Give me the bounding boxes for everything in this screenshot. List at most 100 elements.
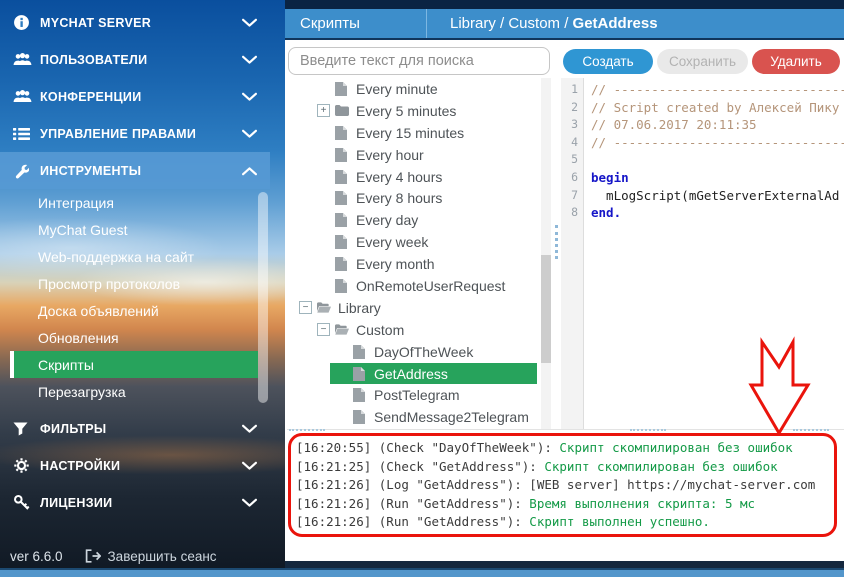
sidebar-subitem-label: Просмотр протоколов [38,276,180,292]
chevron-down-icon[interactable] [242,424,257,433]
sidebar-item-label: ЛИЦЕНЗИИ [40,496,112,510]
main-area: Скрипты Library / Custom / GetAddress Со… [285,0,844,577]
search-input[interactable] [288,47,550,75]
expand-plus-icon[interactable]: + [317,104,330,117]
log-message: [WEB server] https://mychat-server.com [529,477,815,492]
sidebar-item-protocol-view[interactable]: Просмотр протоколов [0,270,258,297]
logout-button[interactable]: Завершить сеанс [85,549,217,564]
tree-item-every-4-hours[interactable]: Every 4 hours [287,166,541,188]
tree-item-label: Every hour [356,147,424,163]
line-number: 8 [561,204,583,222]
tree-scrollbar-track[interactable] [541,78,551,429]
sidebar-item-restart[interactable]: Перезагрузка [0,378,258,405]
file-icon [335,126,349,140]
tree-item-every-week[interactable]: Every week [287,231,541,253]
sidebar-item-licenses[interactable]: ЛИЦЕНЗИИ [0,484,270,521]
sidebar-item-permissions[interactable]: УПРАВЛЕНИЕ ПРАВАМИ [0,115,270,152]
sidebar-item-label: ФИЛЬТРЫ [40,422,106,436]
info-icon [13,14,40,31]
tree-scrollbar-thumb[interactable] [541,255,551,363]
sidebar-item-updates[interactable]: Обновления [0,324,258,351]
console-divider [287,429,844,430]
sidebar-scrollbar[interactable] [258,192,268,403]
conference-icon [13,89,40,104]
sidebar-subitem-label: Перезагрузка [38,384,126,400]
header-bar: Скрипты Library / Custom / GetAddress [285,9,844,40]
sidebar-item-web-support[interactable]: Web-поддержка на сайт [0,243,258,270]
file-icon [335,148,349,162]
collapse-minus-icon[interactable]: − [317,323,330,336]
tree-item-library[interactable]: −Library [287,297,541,319]
tree-item-every-hour[interactable]: Every hour [287,144,541,166]
code-editor[interactable]: 12345678 // ----------------------------… [561,78,844,429]
console-log-line: [16:21:26] (Log "GetAddress"): [WEB serv… [296,476,844,495]
collapse-minus-icon[interactable]: − [299,301,312,314]
file-icon [335,279,349,293]
folder-icon [335,105,349,116]
tree-item-label: SendMessage2Telegram [374,409,529,425]
delete-button[interactable]: Удалить [752,49,840,74]
line-number: 7 [561,187,583,205]
log-prefix: [16:21:26] (Log "GetAddress"): [296,477,529,492]
tree-item-every-15-minutes[interactable]: Every 15 minutes [287,122,541,144]
file-icon [335,82,349,96]
sidebar-item-filters[interactable]: ФИЛЬТРЫ [0,410,270,447]
tree-item-label: GetAddress [374,366,448,382]
tree-item-post-telegram[interactable]: PostTelegram [287,384,541,406]
chevron-down-icon[interactable] [242,18,257,27]
tree-item-every-minute[interactable]: Every minute [287,78,541,100]
create-button[interactable]: Создать [563,49,653,74]
editor-code: // -------------------------------------… [591,81,844,222]
file-icon [335,170,349,184]
breadcrumb: Library / Custom / GetAddress [427,9,844,38]
file-icon [353,410,367,424]
tree-item-label: Custom [356,322,404,338]
tree-item-get-address[interactable]: GetAddress [287,363,541,385]
chevron-up-icon[interactable] [242,166,257,175]
tree-item-label: Every 8 hours [356,190,442,206]
sidebar-subitem-label: Обновления [38,330,119,346]
line-number: 6 [561,169,583,187]
chevron-down-icon[interactable] [242,498,257,507]
chevron-down-icon[interactable] [242,55,257,64]
tab-scripts[interactable]: Скрипты [285,9,427,38]
tree-item-day-of-the-week[interactable]: DayOfTheWeek [287,341,541,363]
sidebar-item-tools[interactable]: ИНСТРУМЕНТЫ [0,152,270,189]
sidebar-item-mychat-guest[interactable]: MyChat Guest [0,216,258,243]
tree-item-custom[interactable]: − Custom [287,319,541,341]
sidebar-subitem-label: MyChat Guest [38,222,127,238]
panel-splitter[interactable] [554,78,560,429]
sidebar-item-scripts[interactable]: Скрипты [10,351,258,378]
file-icon [335,235,349,249]
code-line: // -------------------------------------… [591,134,844,152]
list-icon [13,127,40,141]
tree-item-label: PostTelegram [374,387,460,403]
sidebar-item-label: ПОЛЬЗОВАТЕЛИ [40,53,147,67]
sidebar-item-users[interactable]: ПОЛЬЗОВАТЕЛИ [0,41,270,78]
sidebar-item-label: НАСТРОЙКИ [40,459,120,473]
sidebar-menu: MYCHAT SERVER ПОЛЬЗОВАТЕЛИ КОНФЕРЕНЦИИ УПРА… [0,4,285,521]
tree-item-send-message-2-telegram[interactable]: SendMessage2Telegram [287,406,541,428]
tree-item-every-month[interactable]: Every month [287,253,541,275]
tree-item-every-5-minutes[interactable]: +Every 5 minutes [287,100,541,122]
chevron-down-icon[interactable] [242,461,257,470]
wrench-icon [13,163,40,179]
script-tree: Every minute+Every 5 minutesEvery 15 min… [287,78,541,429]
sidebar-item-settings[interactable]: НАСТРОЙКИ [0,447,270,484]
sidebar-item-label: КОНФЕРЕНЦИИ [40,90,142,104]
tree-item-every-8-hours[interactable]: Every 8 hours [287,187,541,209]
sidebar-item-mychat-server[interactable]: MYCHAT SERVER [0,4,270,41]
sidebar-item-label: MYCHAT SERVER [40,16,151,30]
tree-item-every-day[interactable]: Every day [287,209,541,231]
sidebar-item-conferences[interactable]: КОНФЕРЕНЦИИ [0,78,270,115]
sidebar-subitem-label: Доска объявлений [38,303,159,319]
sidebar-subitem-label: Скрипты [38,357,94,373]
chevron-down-icon[interactable] [242,129,257,138]
save-button[interactable]: Сохранить [657,49,748,74]
sidebar-item-announcements[interactable]: Доска объявлений [0,297,258,324]
sidebar-item-integration[interactable]: Интеграция [0,189,258,216]
users-icon [13,52,40,67]
chevron-down-icon[interactable] [242,92,257,101]
tree-item-on-remote-user-request[interactable]: OnRemoteUserRequest [287,275,541,297]
code-line: // -------------------------------------… [591,81,844,99]
